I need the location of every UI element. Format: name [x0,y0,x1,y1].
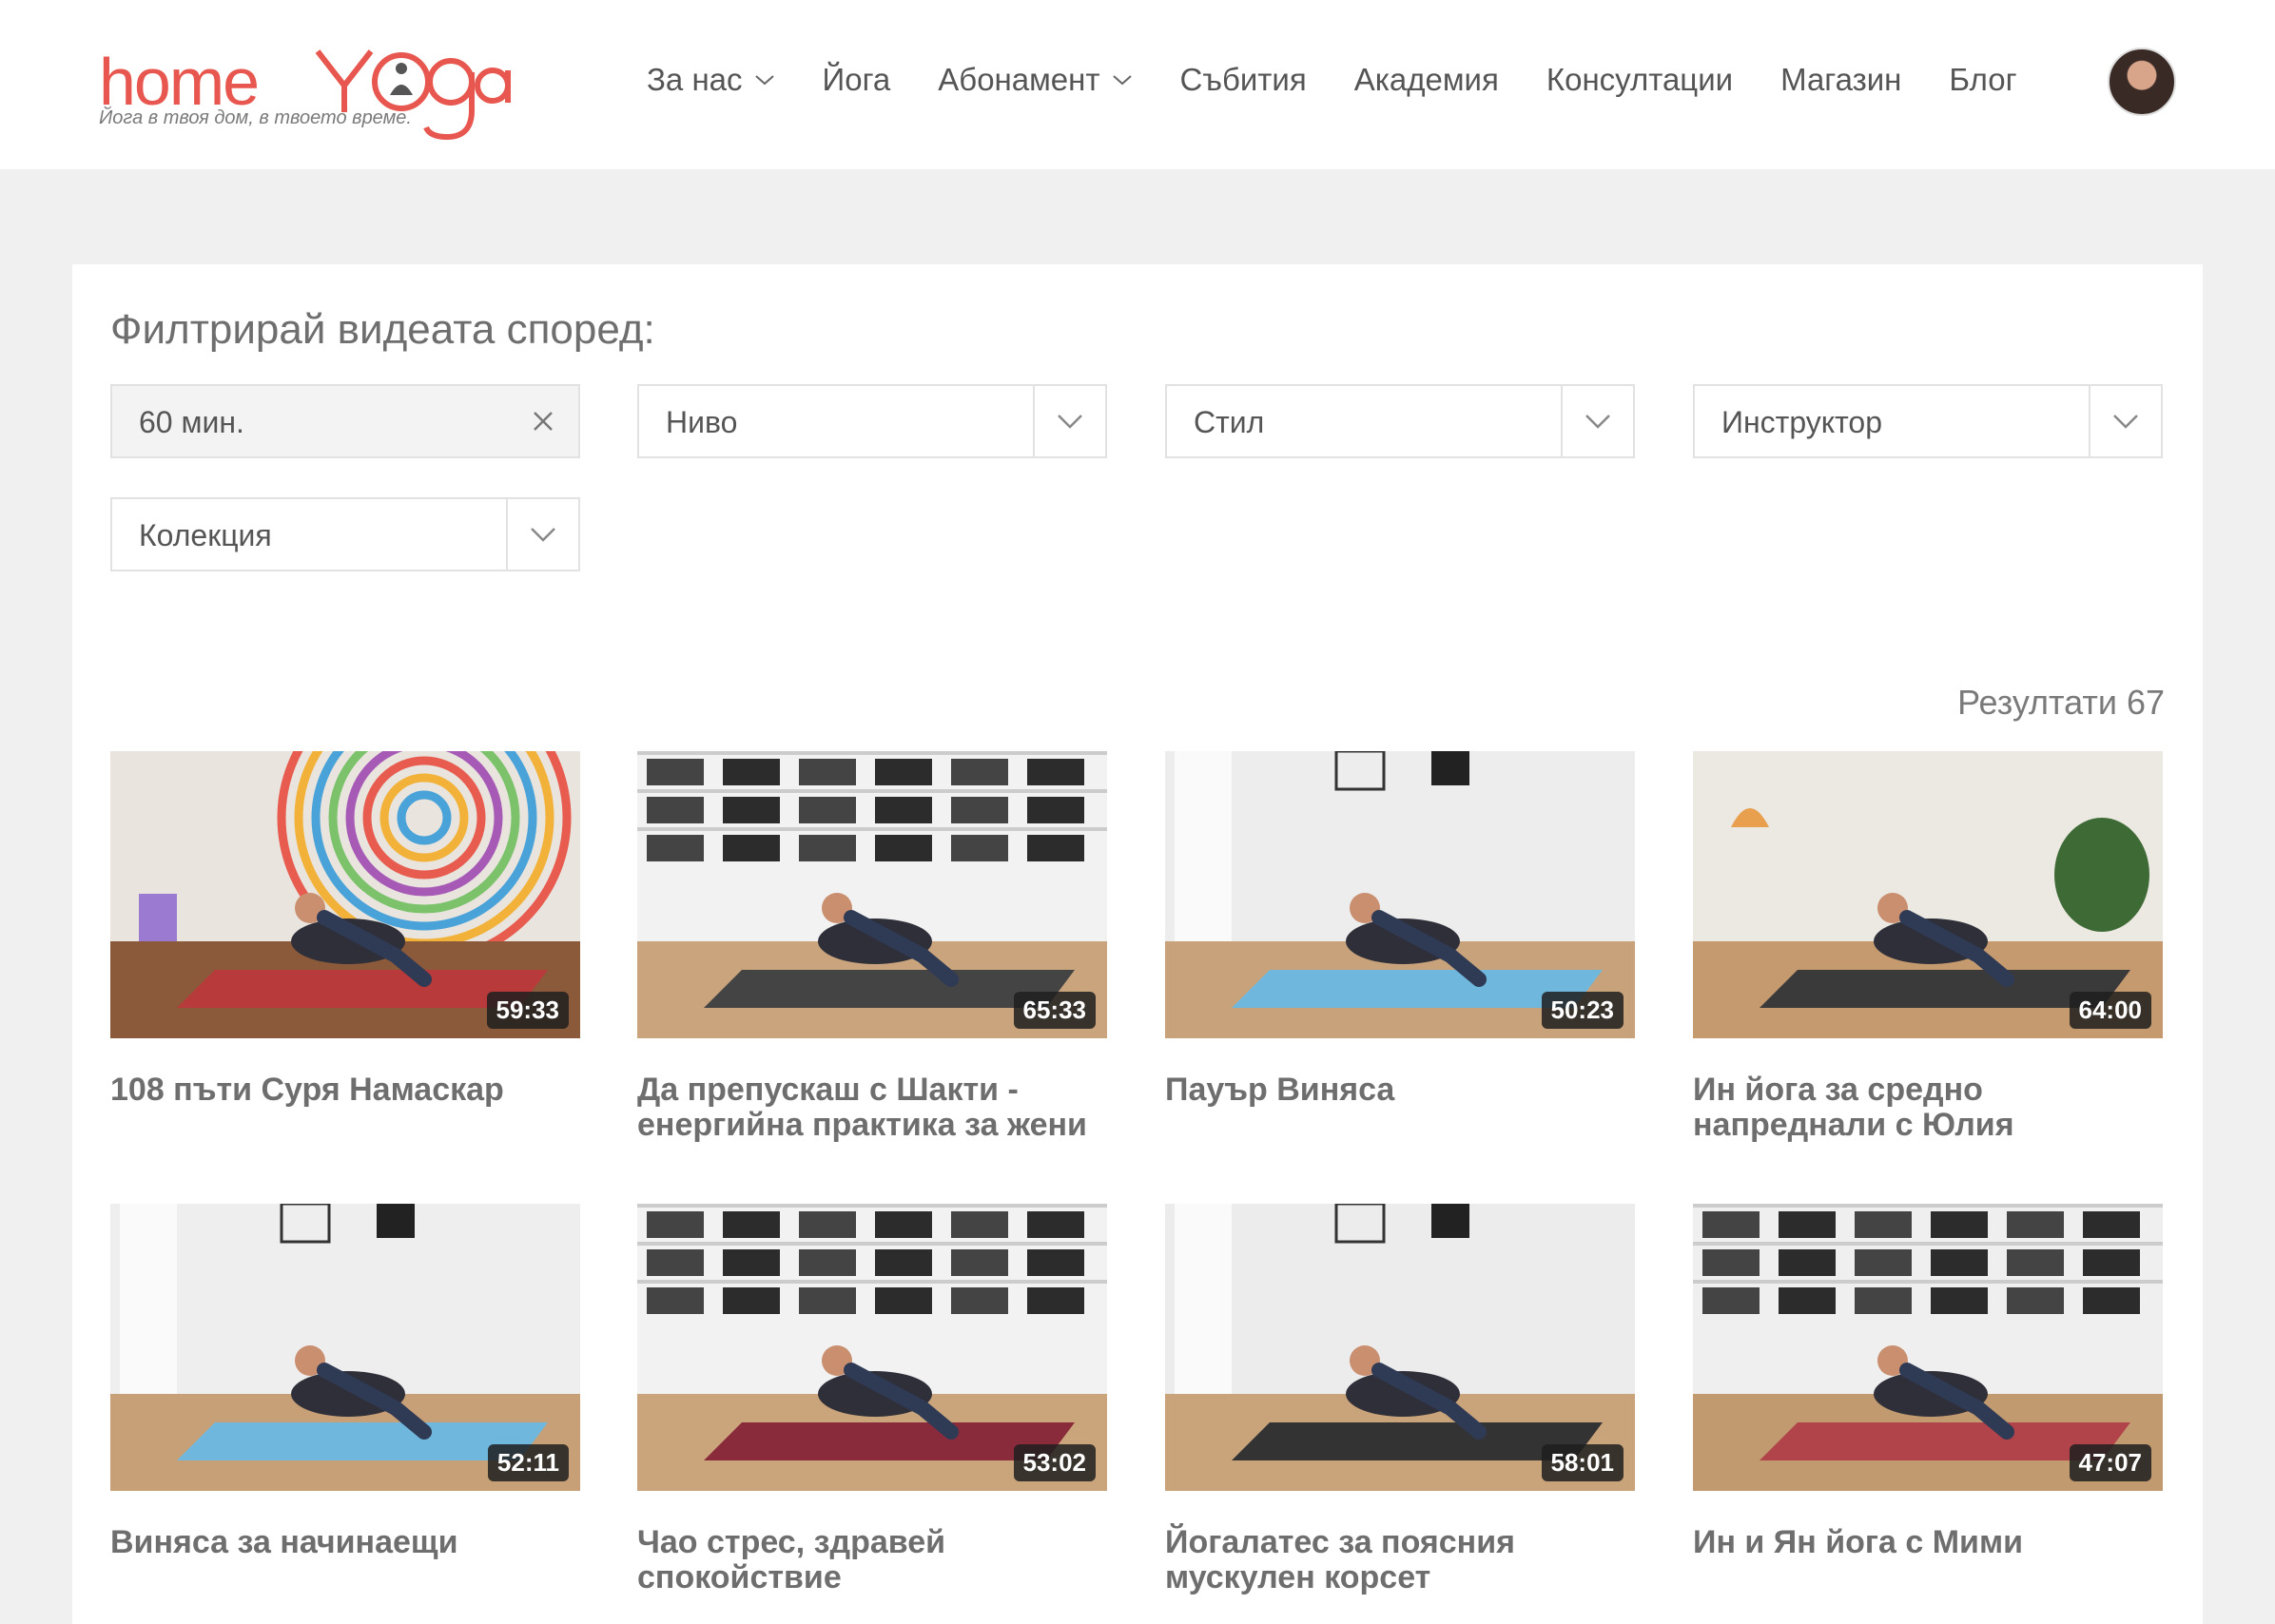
video-duration-badge: 53:02 [1013,1444,1096,1481]
nav-item-label: Академия [1353,62,1499,97]
collection-filter-value: Колекция [139,518,272,552]
main-nav: За нас Йога Абонамент Събития Академия Консул… [647,46,2065,114]
style-filter-value: Стил [1194,405,1265,439]
divider [2089,386,2090,458]
nav-item-3[interactable]: Абонамент [938,62,1132,98]
video-thumbnail[interactable]: 50:23 [1165,751,1635,1038]
logo-tagline: Йога в твоя дом, в твоето време. [99,107,412,128]
video-duration-badge: 58:01 [1541,1444,1624,1481]
video-card[interactable]: 47:07 Ин и Ян йога с Мими [1693,1204,2163,1560]
video-thumbnail[interactable]: 58:01 [1165,1204,1635,1491]
filter-heading: Филтрирай видеата според: [110,306,655,353]
results-count: Резултати 67 [1957,683,2165,722]
video-title[interactable]: Йогалатес за поясния мускулен корсет [1165,1525,1635,1595]
nav-item-5[interactable]: Академия [1354,62,1499,98]
video-thumbnail[interactable]: 64:00 [1693,751,2163,1038]
nav-item-6[interactable]: Консултации [1546,62,1733,98]
video-title[interactable]: Да препускаш с Шакти - енергийна практик… [637,1073,1107,1143]
nav-item-8[interactable]: Блог [1949,62,2016,98]
video-title[interactable]: Виняса за начинаещи [110,1525,580,1560]
nav-item-label: Събития [1179,62,1307,97]
chevron-down-icon [531,528,555,542]
home-yoga-logo[interactable]: homeYoga home Йога в твоя дом, в твоето … [99,44,511,143]
video-title[interactable]: Чао стрес, здравей спокойствие [637,1525,1107,1595]
video-card[interactable]: 64:00 Ин йога за средно напреднали с Юлия [1693,751,2163,1143]
nav-item-label: Блог [1949,62,2017,97]
video-card[interactable]: 53:02 Чао стрес, здравей спокойствие [637,1204,1107,1595]
chevron-down-icon [754,75,774,86]
video-duration-badge: 59:33 [486,992,569,1029]
chevron-down-icon [2113,415,2138,429]
video-card[interactable]: 52:11 Виняса за начинаещи [110,1204,580,1560]
video-thumbnail[interactable]: 52:11 [110,1204,580,1491]
level-filter[interactable]: Ниво [637,384,1107,458]
video-card[interactable]: 50:23 Пауър Виняса [1165,751,1635,1108]
level-filter-value: Ниво [666,405,738,439]
video-card[interactable]: 58:01 Йогалатес за поясния мускулен корсе… [1165,1204,1635,1595]
video-title[interactable]: Пауър Виняса [1165,1073,1635,1108]
video-thumbnail[interactable]: 65:33 [637,751,1107,1038]
nav-item-label: Магазин [1780,62,1902,97]
nav-item-label: Консултации [1546,62,1734,97]
video-library-panel: Филтрирай видеата според: 60 мин. Ниво С… [72,264,2203,1624]
video-duration-badge: 47:07 [2069,1444,2151,1481]
style-filter[interactable]: Стил [1165,384,1635,458]
video-title[interactable]: Ин йога за средно напреднали с Юлия [1693,1073,2163,1143]
nav-item-1[interactable]: За нас [647,62,775,98]
chevron-down-icon [1112,75,1132,86]
duration-filter-value: 60 мин. [139,405,244,439]
nav-item-4[interactable]: Събития [1180,62,1307,98]
video-duration-badge: 64:00 [2069,992,2151,1029]
divider [506,499,508,571]
video-thumbnail[interactable]: 47:07 [1693,1204,2163,1491]
nav-item-7[interactable]: Магазин [1780,62,1901,98]
video-duration-badge: 52:11 [487,1444,569,1481]
site-header: homeYoga home Йога в твоя дом, в твоето … [0,0,2275,169]
close-icon[interactable] [529,407,557,435]
video-title[interactable]: 108 пъти Суря Намаскар [110,1073,580,1108]
video-duration-badge: 65:33 [1013,992,1096,1029]
video-card[interactable]: 59:33 108 пъти Суря Намаскар [110,751,580,1108]
instructor-filter-value: Инструктор [1721,405,1883,439]
video-title[interactable]: Ин и Ян йога с Мими [1693,1525,2163,1560]
chevron-down-icon [1058,415,1082,429]
video-duration-badge: 50:23 [1541,992,1624,1029]
chevron-down-icon [1585,415,1610,429]
duration-filter[interactable]: 60 мин. [110,384,580,458]
nav-item-label: За нас [647,62,743,97]
nav-item-2[interactable]: Йога [823,62,891,98]
nav-item-label: Абонамент [938,62,1100,97]
nav-item-label: Йога [822,62,891,97]
divider [1561,386,1563,458]
video-thumbnail[interactable]: 53:02 [637,1204,1107,1491]
instructor-filter[interactable]: Инструктор [1693,384,2163,458]
divider [1033,386,1035,458]
user-avatar[interactable] [2108,48,2176,116]
collection-filter[interactable]: Колекция [110,497,580,571]
video-card[interactable]: 65:33 Да препускаш с Шакти - енергийна пр… [637,751,1107,1143]
video-thumbnail[interactable]: 59:33 [110,751,580,1038]
